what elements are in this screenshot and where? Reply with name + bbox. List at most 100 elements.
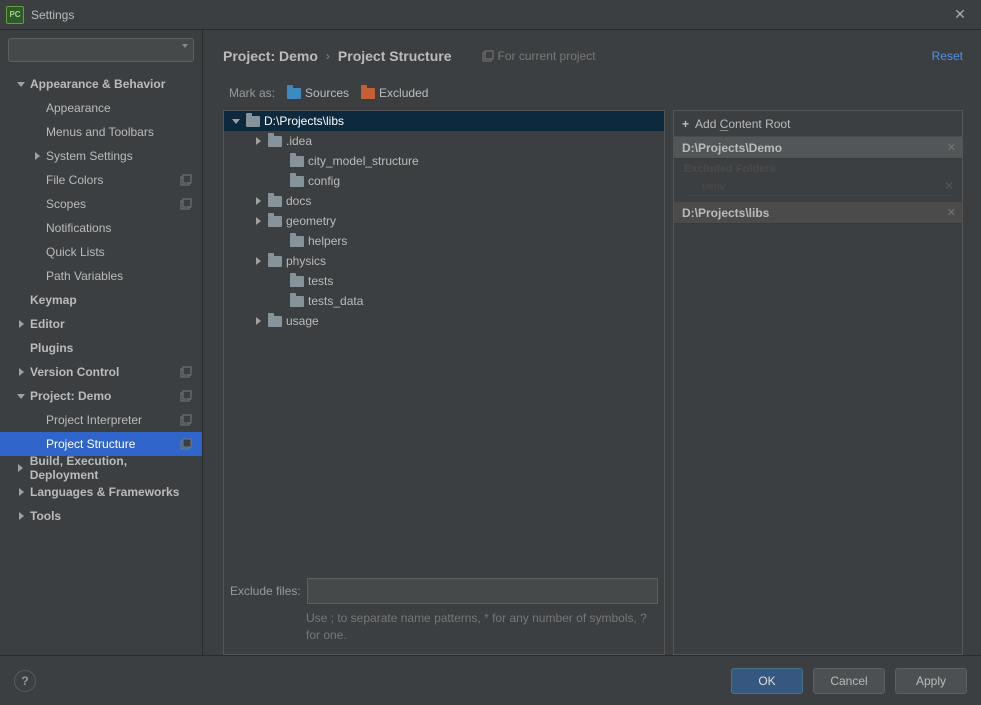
tree-row[interactable]: tests bbox=[224, 271, 664, 291]
content: Project: Demo › Project Structure For cu… bbox=[203, 30, 981, 655]
chevron-right-icon bbox=[16, 488, 26, 496]
plus-icon: + bbox=[682, 117, 689, 131]
folder-icon bbox=[268, 256, 282, 267]
reset-link[interactable]: Reset bbox=[932, 49, 963, 63]
nav-item-project-demo[interactable]: Project: Demo bbox=[0, 384, 202, 408]
nav-item-notifications[interactable]: Notifications bbox=[0, 216, 202, 240]
content-root-label: D:\Projects\libs bbox=[682, 206, 769, 220]
chevron-right-icon bbox=[16, 368, 26, 376]
tree-row[interactable]: helpers bbox=[224, 231, 664, 251]
nav-item-project-structure[interactable]: Project Structure bbox=[0, 432, 202, 456]
folder-icon bbox=[290, 176, 304, 187]
remove-root-icon[interactable]: ✕ bbox=[947, 206, 956, 219]
nav-item-appearance[interactable]: Appearance bbox=[0, 96, 202, 120]
nav-item-version-control[interactable]: Version Control bbox=[0, 360, 202, 384]
cancel-button[interactable]: Cancel bbox=[813, 668, 885, 694]
exclude-hint: Use ; to separate name patterns, * for a… bbox=[306, 610, 658, 644]
remove-root-icon[interactable]: ✕ bbox=[947, 141, 956, 154]
exclude-label: Exclude files: bbox=[230, 584, 301, 598]
project-scope-icon bbox=[180, 390, 194, 402]
chevron-right-icon bbox=[32, 152, 42, 160]
titlebar: PC Settings ✕ bbox=[0, 0, 981, 30]
mid-panels: D:\Projects\libs.ideacity_model_structur… bbox=[223, 110, 963, 655]
nav-label: Appearance & Behavior bbox=[30, 77, 165, 91]
nav-item-languages-frameworks[interactable]: Languages & Frameworks bbox=[0, 480, 202, 504]
ok-button[interactable]: OK bbox=[731, 668, 803, 694]
nav-label: Editor bbox=[30, 317, 65, 331]
mark-excluded-button[interactable]: Excluded bbox=[361, 86, 428, 100]
mark-sources-button[interactable]: Sources bbox=[287, 86, 349, 100]
remove-excluded-icon[interactable]: ✕ bbox=[944, 179, 954, 193]
tree-row[interactable]: city_model_structure bbox=[224, 151, 664, 171]
folder-icon bbox=[290, 156, 304, 167]
tree-expand-right-icon[interactable] bbox=[252, 217, 264, 225]
nav-label: Appearance bbox=[46, 101, 111, 115]
nav-label: File Colors bbox=[46, 173, 103, 187]
nav-item-path-variables[interactable]: Path Variables bbox=[0, 264, 202, 288]
tree-expand-right-icon[interactable] bbox=[252, 197, 264, 205]
excluded-folder-item[interactable]: venv✕ bbox=[688, 179, 952, 196]
nav-label: Scopes bbox=[46, 197, 86, 211]
nav-item-project-interpreter[interactable]: Project Interpreter bbox=[0, 408, 202, 432]
tree-row[interactable]: geometry bbox=[224, 211, 664, 231]
nav-item-menus-and-toolbars[interactable]: Menus and Toolbars bbox=[0, 120, 202, 144]
project-scope-icon bbox=[180, 414, 194, 426]
content-root-item[interactable]: D:\Projects\libs ✕ bbox=[674, 202, 962, 224]
tree-row[interactable]: .idea bbox=[224, 131, 664, 151]
breadcrumb-page: Project Structure bbox=[338, 48, 452, 64]
nav-label: Languages & Frameworks bbox=[30, 485, 179, 499]
nav-label: Notifications bbox=[46, 221, 111, 235]
chevron-right-icon bbox=[16, 320, 26, 328]
nav-item-editor[interactable]: Editor bbox=[0, 312, 202, 336]
help-button[interactable]: ? bbox=[14, 670, 36, 692]
tree-label: geometry bbox=[286, 214, 336, 228]
tree-row[interactable]: D:\Projects\libs bbox=[224, 111, 664, 131]
close-button[interactable]: ✕ bbox=[945, 6, 975, 23]
folder-tree[interactable]: D:\Projects\libs.idea city_model_structur… bbox=[224, 111, 664, 568]
settings-nav: Appearance & Behavior Appearance Menus and… bbox=[0, 70, 202, 655]
nav-item-keymap[interactable]: Keymap bbox=[0, 288, 202, 312]
nav-item-file-colors[interactable]: File Colors bbox=[0, 168, 202, 192]
tree-expand-right-icon[interactable] bbox=[252, 257, 264, 265]
tree-label: physics bbox=[286, 254, 326, 268]
nav-label: Tools bbox=[30, 509, 61, 523]
folder-icon bbox=[246, 116, 260, 127]
tree-row[interactable]: tests_data bbox=[224, 291, 664, 311]
nav-label: Menus and Toolbars bbox=[46, 125, 154, 139]
search-history-chevron-icon[interactable] bbox=[182, 44, 188, 48]
tree-panel: D:\Projects\libs.idea city_model_structur… bbox=[223, 110, 665, 655]
add-content-root-button[interactable]: + Add Content Root bbox=[674, 111, 962, 137]
tree-row[interactable]: config bbox=[224, 171, 664, 191]
tree-label: city_model_structure bbox=[308, 154, 419, 168]
nav-item-quick-lists[interactable]: Quick Lists bbox=[0, 240, 202, 264]
nav-item-scopes[interactable]: Scopes bbox=[0, 192, 202, 216]
tree-row[interactable]: docs bbox=[224, 191, 664, 211]
search-input[interactable] bbox=[8, 38, 194, 62]
apply-button[interactable]: Apply bbox=[895, 668, 967, 694]
nav-label: Keymap bbox=[30, 293, 77, 307]
nav-label: Path Variables bbox=[46, 269, 123, 283]
tree-row[interactable]: usage bbox=[224, 311, 664, 331]
tree-row[interactable]: physics bbox=[224, 251, 664, 271]
body: 🔍 Appearance & BehaviorAppearanceMenus a… bbox=[0, 30, 981, 655]
nav-item-build-execution-deployment[interactable]: Build, Execution, Deployment bbox=[0, 456, 202, 480]
app-icon: PC bbox=[6, 6, 24, 24]
nav-item-appearance-behavior[interactable]: Appearance & Behavior bbox=[0, 72, 202, 96]
nav-item-system-settings[interactable]: System Settings bbox=[0, 144, 202, 168]
tree-expand-right-icon[interactable] bbox=[252, 317, 264, 325]
nav-item-tools[interactable]: Tools bbox=[0, 504, 202, 528]
footer: ? OK Cancel Apply bbox=[0, 655, 981, 705]
tree-expand-down-icon[interactable] bbox=[230, 119, 242, 124]
chevron-right-icon bbox=[16, 464, 26, 472]
nav-label: Build, Execution, Deployment bbox=[30, 454, 194, 482]
tree-label: docs bbox=[286, 194, 311, 208]
mark-as-label: Mark as: bbox=[229, 86, 275, 100]
content-root-item[interactable]: D:\Projects\Demo✕ bbox=[674, 137, 962, 159]
breadcrumb: Project: Demo › Project Structure For cu… bbox=[223, 42, 963, 70]
chevron-right-icon bbox=[16, 512, 26, 520]
nav-item-plugins[interactable]: Plugins bbox=[0, 336, 202, 360]
exclude-area: Exclude files: Use ; to separate name pa… bbox=[224, 568, 664, 654]
chevron-down-icon bbox=[16, 394, 26, 399]
exclude-input[interactable] bbox=[307, 578, 658, 604]
tree-expand-right-icon[interactable] bbox=[252, 137, 264, 145]
